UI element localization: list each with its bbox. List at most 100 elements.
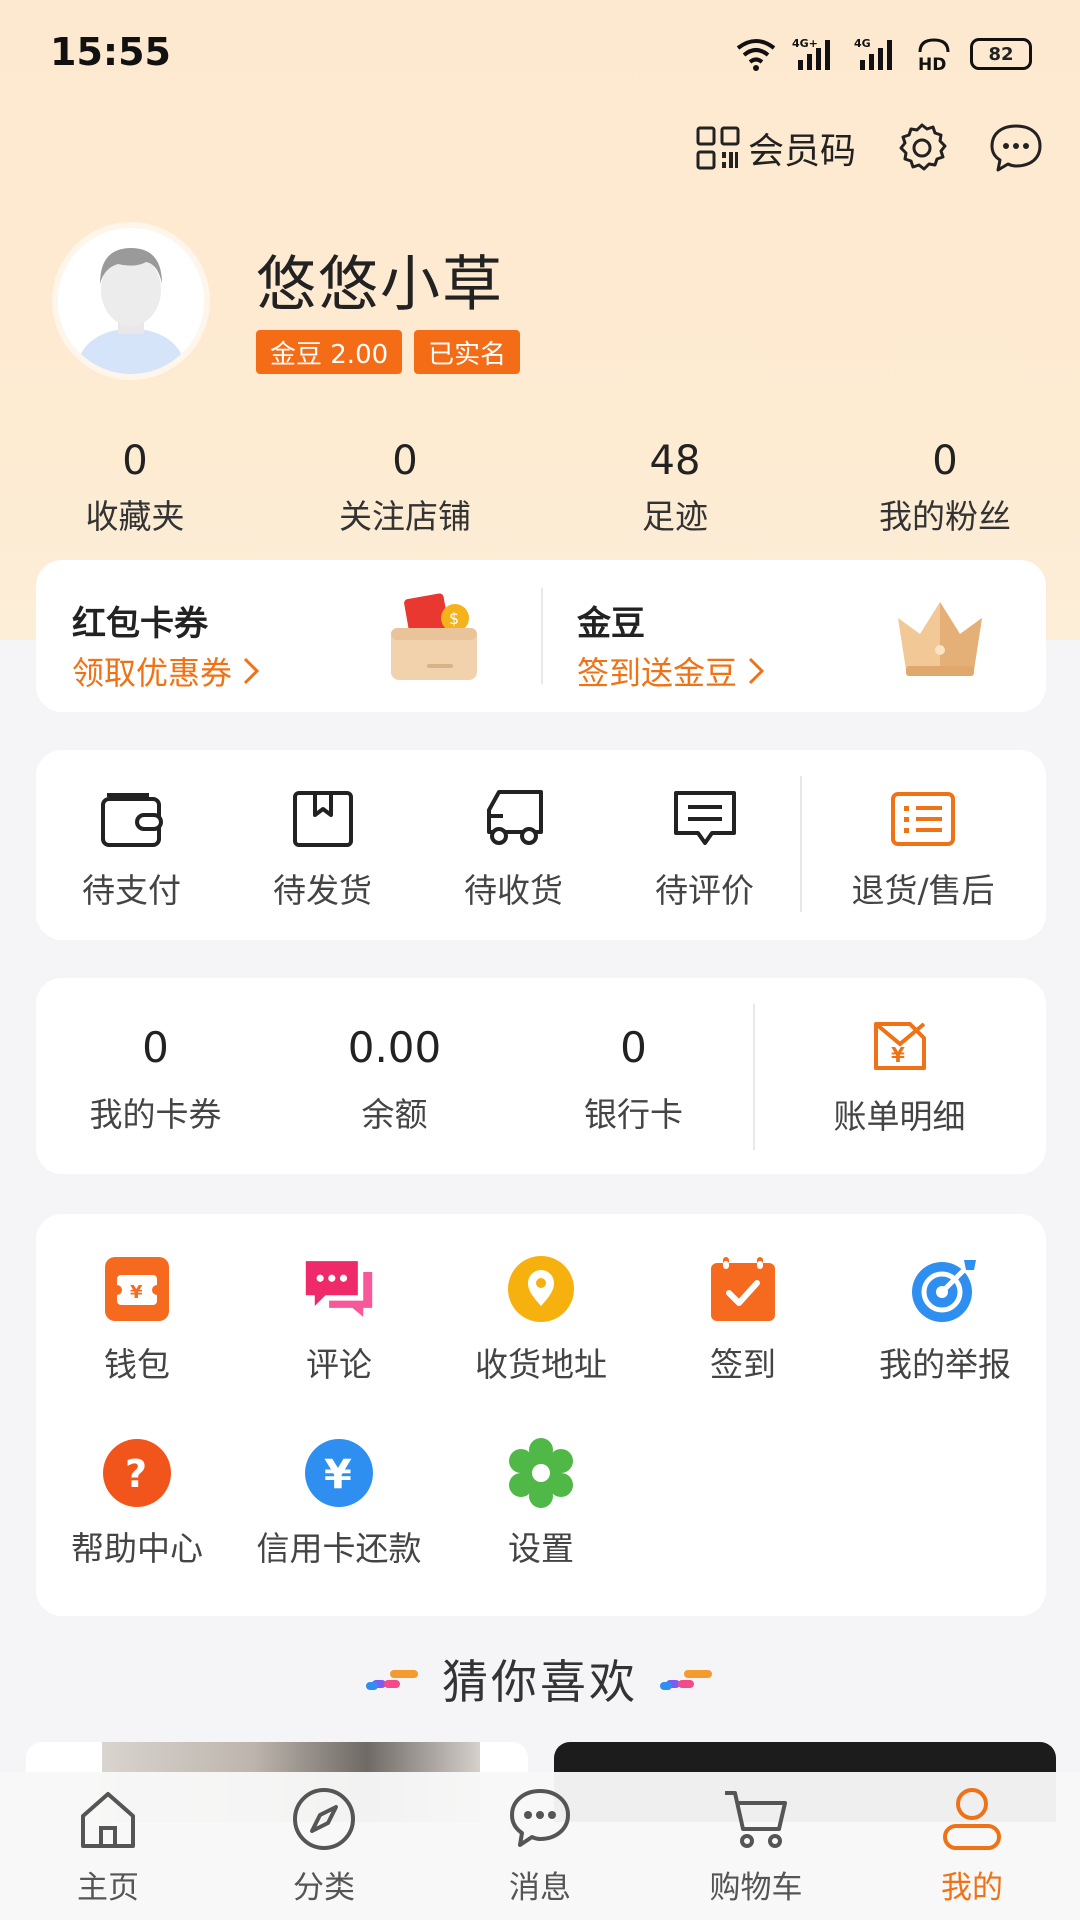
tab-label: 分类 — [293, 1870, 355, 1906]
orders-card: 待支付 待发货 待收货 待评价 退货/售后 — [36, 750, 1046, 940]
wallet-card: 0 我的卡券 0.00 余额 0 银行卡 ¥ 账单明细 — [36, 978, 1046, 1174]
order-after-sales[interactable]: 退货/售后 — [800, 750, 1046, 940]
user-icon — [943, 1788, 1001, 1850]
tab-label: 消息 — [509, 1870, 571, 1906]
stat-fans[interactable]: 0 我的粉丝 — [810, 436, 1080, 538]
decor-stroke-icon — [366, 1670, 418, 1690]
profile-badges: 金豆 2.00 已实名 — [256, 330, 521, 374]
recommend-header: 猜你喜欢 — [0, 1646, 1080, 1712]
order-label: 待收货 — [464, 871, 563, 910]
order-pending-payment[interactable]: 待支付 — [36, 750, 227, 940]
top-actions: 会员码 — [696, 118, 1044, 178]
order-pending-receipt[interactable]: 待收货 — [418, 750, 609, 940]
service-label: 我的举报 — [879, 1345, 1011, 1384]
tab-messages[interactable]: 消息 — [432, 1772, 648, 1920]
order-pending-review[interactable]: 待评价 — [609, 750, 800, 940]
promo-card: 红包卡券 领取优惠券 $ 金豆 签到送金豆 — [36, 560, 1046, 712]
order-pending-shipment[interactable]: 待发货 — [227, 750, 418, 940]
stat-favorites[interactable]: 0 收藏夹 — [0, 436, 270, 538]
stat-label: 关注店铺 — [339, 497, 471, 536]
svg-text:$: $ — [449, 609, 459, 628]
gold-bean-link[interactable]: 签到送金豆 — [577, 648, 765, 694]
yen-coin-icon: ¥ — [305, 1439, 373, 1507]
comment-icon — [673, 791, 736, 845]
wallet-label: 账单明细 — [833, 1097, 966, 1136]
gold-bean-badge[interactable]: 金豆 2.00 — [256, 330, 403, 374]
svg-text:4G+: 4G+ — [792, 37, 818, 50]
wallet-label: 银行卡 — [584, 1095, 683, 1134]
wallet-label: 我的卡券 — [89, 1095, 222, 1134]
verified-badge: 已实名 — [414, 330, 521, 374]
member-code-label: 会员码 — [747, 131, 856, 172]
stat-followed-shops[interactable]: 0 关注店铺 — [270, 436, 540, 538]
box-icon — [292, 791, 353, 847]
location-pin-icon — [508, 1256, 574, 1322]
svg-text:4G: 4G — [854, 37, 871, 50]
service-label: 信用卡还款 — [256, 1529, 422, 1568]
stat-value: 0 — [932, 438, 958, 484]
tab-label: 购物车 — [709, 1870, 803, 1906]
messages-button[interactable] — [988, 120, 1044, 176]
recommend-title: 猜你喜欢 — [442, 1655, 638, 1709]
crown-icon — [898, 602, 982, 676]
bottom-tab-bar: 主页 分类 消息 购物车 我的 — [0, 1772, 1080, 1920]
tab-cart[interactable]: 购物车 — [648, 1772, 864, 1920]
stat-label: 收藏夹 — [85, 497, 185, 536]
service-label: 钱包 — [104, 1345, 170, 1384]
tab-home[interactable]: 主页 — [0, 1772, 216, 1920]
gold-bean-link-label: 签到送金豆 — [577, 654, 738, 692]
member-code-button[interactable]: 会员码 — [696, 122, 856, 174]
username: 悠悠小草 — [256, 250, 504, 320]
stat-footprints[interactable]: 48 足迹 — [540, 436, 810, 538]
service-credit-card[interactable]: ¥ 信用卡还款 — [238, 1438, 440, 1570]
target-icon — [912, 1260, 976, 1322]
service-help[interactable]: ? 帮助中心 — [36, 1438, 238, 1570]
chevron-right-icon — [748, 657, 765, 685]
avatar[interactable] — [58, 228, 204, 374]
chat-bubbles-icon — [305, 1261, 373, 1317]
chat-dots-icon — [990, 124, 1042, 172]
gear-icon — [899, 123, 947, 171]
wallet-bill-details[interactable]: ¥ 账单明细 — [753, 978, 1046, 1174]
service-comments[interactable]: 评论 — [238, 1254, 440, 1386]
tab-category[interactable]: 分类 — [216, 1772, 432, 1920]
service-wallet[interactable]: ¥ 钱包 — [36, 1254, 238, 1386]
svg-text:¥: ¥ — [891, 1043, 905, 1067]
coupon-link-label: 领取优惠券 — [72, 654, 233, 692]
wifi-icon — [736, 39, 776, 71]
service-settings[interactable]: 设置 — [440, 1438, 642, 1570]
stat-value: 0 — [122, 438, 148, 484]
coupon-promo[interactable]: 红包卡券 领取优惠券 $ — [36, 560, 541, 712]
status-icons: 4G+ 4G HD 82 — [734, 32, 1032, 76]
gold-bean-promo[interactable]: 金豆 签到送金豆 — [541, 560, 1046, 712]
cart-icon — [725, 1791, 787, 1848]
service-checkin[interactable]: 签到 — [642, 1254, 844, 1386]
settings-button[interactable] — [894, 120, 950, 176]
wallet-coupons[interactable]: 0 我的卡券 — [36, 978, 275, 1174]
order-label: 退货/售后 — [851, 871, 995, 910]
wallet-bank-cards[interactable]: 0 银行卡 — [514, 978, 753, 1174]
svg-text:¥: ¥ — [324, 1452, 352, 1498]
stat-value: 48 — [649, 438, 701, 484]
wallet-balance[interactable]: 0.00 余额 — [275, 978, 514, 1174]
wallet-value: 0.00 — [347, 1023, 442, 1072]
order-label: 待评价 — [655, 871, 754, 910]
tab-mine[interactable]: 我的 — [864, 1772, 1080, 1920]
wallet-label: 余额 — [361, 1095, 428, 1134]
service-label: 帮助中心 — [71, 1529, 203, 1568]
chevron-right-icon — [243, 657, 260, 685]
wallet-value: 0 — [620, 1023, 647, 1072]
default-avatar-icon — [58, 228, 204, 374]
tab-label: 主页 — [77, 1870, 139, 1906]
service-reports[interactable]: 我的举报 — [844, 1254, 1046, 1386]
signal-4g-plus-icon: 4G+ — [792, 37, 830, 70]
service-label: 收货地址 — [475, 1345, 607, 1384]
status-time: 15:55 — [50, 30, 171, 74]
coupon-link[interactable]: 领取优惠券 — [72, 648, 260, 694]
stat-label: 我的粉丝 — [879, 497, 1011, 536]
service-address[interactable]: 收货地址 — [440, 1254, 642, 1386]
decor-stroke-icon — [660, 1670, 712, 1690]
order-label: 待发货 — [273, 871, 372, 910]
bill-icon: ¥ — [873, 1022, 926, 1070]
qr-code-icon — [696, 126, 740, 170]
